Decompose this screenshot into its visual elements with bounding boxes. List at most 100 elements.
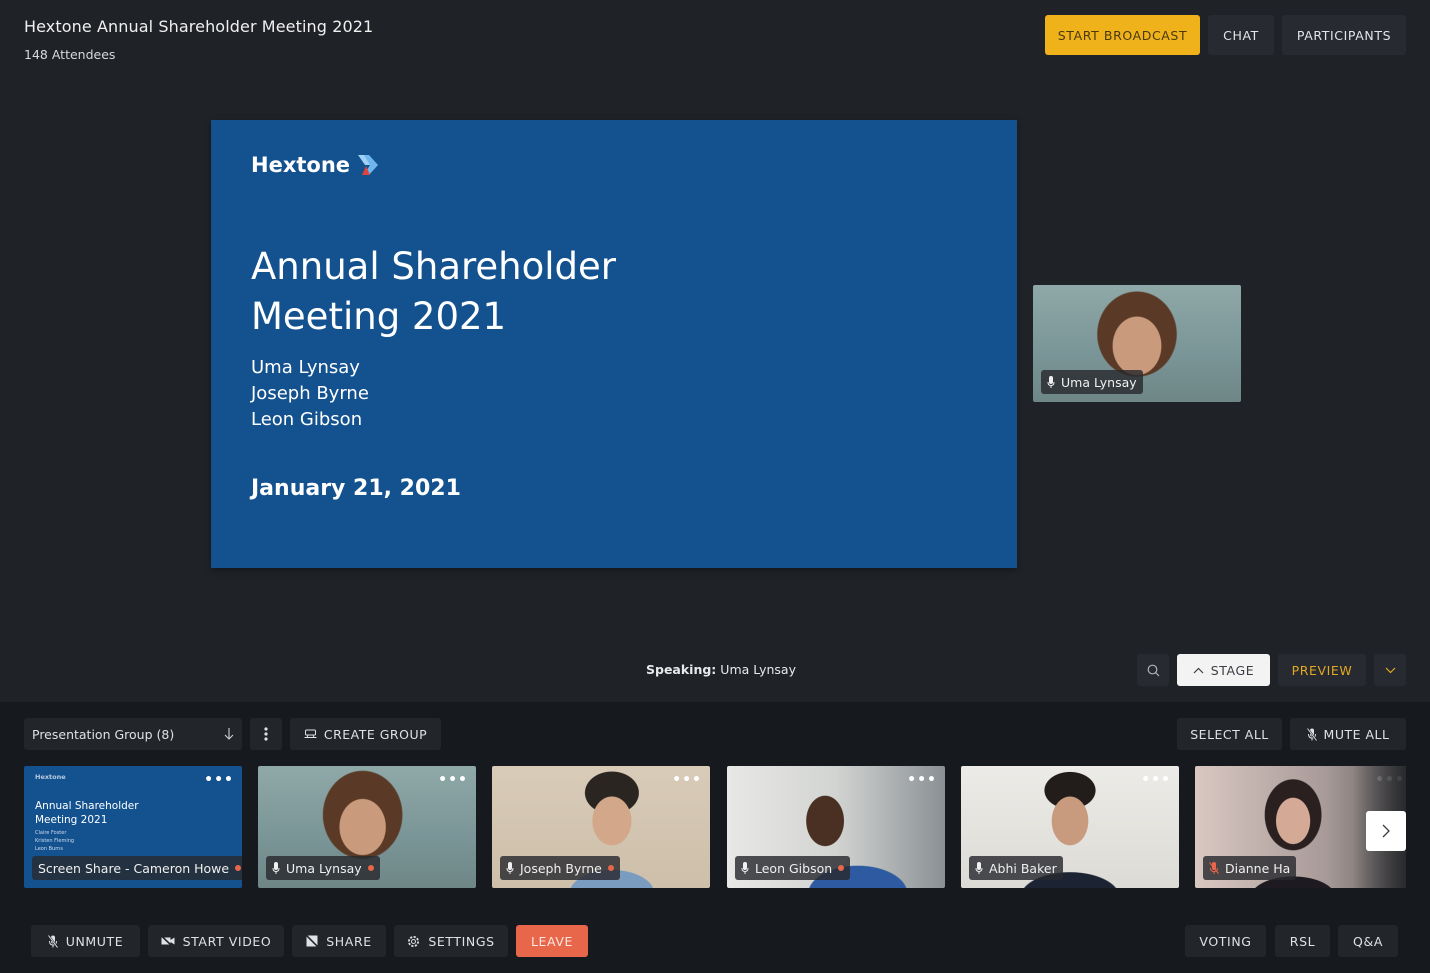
- tile-name: Uma Lynsay: [286, 860, 362, 876]
- more-options-icon[interactable]: •••: [907, 772, 937, 788]
- slide-presenter-list: Uma Lynsay Joseph Byrne Leon Gibson: [251, 355, 369, 433]
- presenter-name: Uma Lynsay: [251, 357, 360, 378]
- select-all-button[interactable]: SELECT ALL: [1177, 718, 1282, 750]
- microphone-icon: [506, 862, 514, 874]
- chevron-down-icon: [1385, 667, 1396, 674]
- share-screen-off-icon: [306, 935, 319, 947]
- chevron-up-icon: [1193, 667, 1204, 674]
- leave-button[interactable]: LEAVE: [516, 925, 588, 957]
- meeting-title: Hextone Annual Shareholder Meeting 2021: [24, 17, 374, 36]
- tile-nametag: Leon Gibson: [735, 856, 851, 880]
- start-video-label: START VIDEO: [182, 933, 272, 949]
- participants-panel: Presentation Group (8) CREATE GROUP SELE…: [0, 702, 1430, 908]
- share-label: SHARE: [326, 933, 372, 949]
- participant-tile[interactable]: ••• Uma Lynsay: [258, 766, 476, 888]
- mini-presenter: Kristen Fleming: [35, 838, 75, 844]
- active-speaker-video[interactable]: Uma Lynsay: [1033, 285, 1241, 402]
- tile-name: Leon Gibson: [755, 860, 833, 876]
- search-button[interactable]: [1137, 654, 1169, 686]
- chat-button[interactable]: CHAT: [1208, 15, 1274, 55]
- kebab-menu-icon: [264, 727, 268, 741]
- participant-tiles-strip: Hextone Annual Shareholder Meeting 2021 …: [24, 766, 1406, 889]
- more-options-icon[interactable]: •••: [1141, 772, 1171, 788]
- mute-all-label: MUTE ALL: [1323, 726, 1390, 742]
- stage-button[interactable]: STAGE: [1177, 654, 1270, 686]
- slide-logo: Hextone: [251, 153, 380, 177]
- mic-off-icon: [47, 934, 58, 948]
- start-broadcast-button[interactable]: START BROADCAST: [1045, 15, 1200, 55]
- live-indicator-icon: [607, 865, 614, 871]
- video-off-icon: [160, 936, 175, 946]
- group-select-value: Presentation Group (8): [32, 726, 175, 742]
- header: Hextone Annual Shareholder Meeting 2021 …: [0, 0, 1430, 70]
- live-indicator-icon: [838, 865, 845, 871]
- mic-muted-icon: [1209, 862, 1219, 874]
- search-icon: [1147, 664, 1160, 677]
- mute-all-button[interactable]: MUTE ALL: [1290, 718, 1406, 750]
- unmute-label: UNMUTE: [65, 933, 124, 949]
- microphone-icon: [272, 862, 280, 874]
- more-options-icon[interactable]: •••: [204, 772, 234, 788]
- bottom-toolbar: UNMUTE START VIDEO SHARE SETTINGS LEAVE …: [0, 908, 1430, 973]
- start-video-button[interactable]: START VIDEO: [148, 925, 284, 957]
- group-select-dropdown[interactable]: Presentation Group (8): [24, 718, 242, 750]
- group-icon: [304, 729, 317, 739]
- presenter-name: Joseph Byrne: [251, 383, 369, 404]
- participants-button[interactable]: PARTICIPANTS: [1282, 15, 1406, 55]
- participant-tile[interactable]: Hextone Annual Shareholder Meeting 2021 …: [24, 766, 242, 888]
- microphone-icon: [1047, 376, 1055, 388]
- participant-tile[interactable]: ••• Abhi Baker: [961, 766, 1179, 888]
- mic-off-icon: [1306, 727, 1317, 741]
- more-options-icon[interactable]: •••: [672, 772, 702, 788]
- mini-presenter-list: Claire Foster Kristen Fleming Leon Burns: [35, 829, 74, 853]
- hextone-logo-icon: [356, 153, 380, 177]
- tile-nametag: Dianne Ha: [1203, 856, 1297, 880]
- tile-nametag: Joseph Byrne: [500, 856, 620, 880]
- tile-name: Abhi Baker: [989, 860, 1057, 876]
- qa-button[interactable]: Q&A: [1338, 925, 1398, 957]
- tile-nametag: Abhi Baker: [969, 856, 1063, 880]
- slide-heading-line: Annual Shareholder: [251, 245, 616, 288]
- settings-label: SETTINGS: [428, 933, 495, 949]
- microphone-icon: [741, 862, 749, 874]
- slide-heading-line: Meeting 2021: [251, 295, 507, 338]
- live-indicator-icon: [235, 865, 242, 871]
- speaking-name: Uma Lynsay: [720, 662, 796, 677]
- create-group-label: CREATE GROUP: [323, 726, 428, 742]
- mini-presenter: Claire Foster: [35, 830, 67, 836]
- stage-label: STAGE: [1210, 662, 1255, 678]
- tile-name: Screen Share - Cameron Howe: [38, 860, 230, 876]
- presentation-slide: Hextone Annual Shareholder Meeting 2021 …: [211, 120, 1017, 568]
- mini-slide-heading: Annual Shareholder Meeting 2021: [35, 799, 139, 827]
- share-button[interactable]: SHARE: [292, 925, 386, 957]
- mini-logo: Hextone: [35, 773, 66, 781]
- unmute-button[interactable]: UNMUTE: [31, 925, 140, 957]
- tile-nametag: Screen Share - Cameron Howe: [32, 856, 242, 880]
- logo-text: Hextone: [251, 153, 351, 177]
- participant-tile[interactable]: ••• Leon Gibson: [727, 766, 945, 888]
- presenter-name: Leon Gibson: [251, 409, 363, 430]
- chevron-right-icon: [1382, 824, 1390, 838]
- participant-tile[interactable]: ••• Joseph Byrne: [492, 766, 710, 888]
- speaker-name: Uma Lynsay: [1061, 374, 1137, 390]
- voting-button[interactable]: VOTING: [1185, 925, 1266, 957]
- create-group-button[interactable]: CREATE GROUP: [290, 718, 441, 750]
- live-indicator-icon: [367, 865, 374, 871]
- speaking-label: Speaking:: [646, 662, 717, 677]
- arrow-down-icon: [224, 728, 234, 740]
- slide-date: January 21, 2021: [251, 476, 461, 501]
- speaker-nametag: Uma Lynsay: [1041, 370, 1143, 394]
- expand-dropdown-button[interactable]: [1374, 654, 1406, 686]
- group-options-button[interactable]: [250, 718, 282, 750]
- microphone-icon: [975, 862, 983, 874]
- rsl-button[interactable]: RSL: [1275, 925, 1330, 957]
- tile-name: Dianne Ha: [1225, 860, 1291, 876]
- settings-button[interactable]: SETTINGS: [394, 925, 508, 957]
- preview-button[interactable]: PREVIEW: [1278, 654, 1366, 686]
- next-page-button[interactable]: [1366, 811, 1406, 851]
- mini-heading-line: Annual Shareholder: [35, 800, 139, 812]
- tile-nametag: Uma Lynsay: [266, 856, 380, 880]
- mini-presenter: Leon Burns: [35, 846, 63, 852]
- more-options-icon[interactable]: •••: [438, 772, 468, 788]
- speaking-indicator: Speaking: Uma Lynsay: [646, 662, 796, 677]
